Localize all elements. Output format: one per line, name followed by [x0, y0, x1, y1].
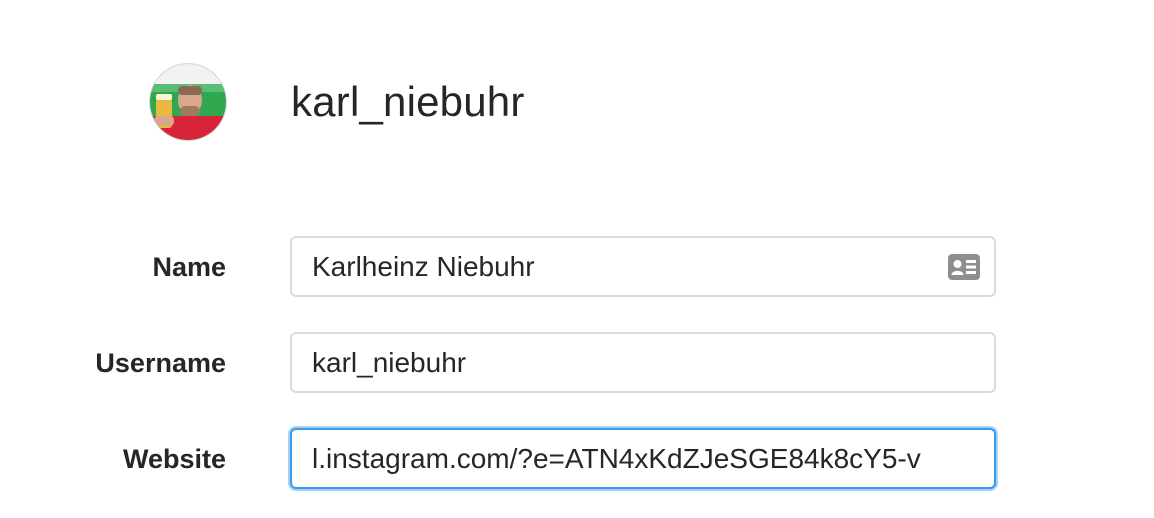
avatar[interactable]	[150, 64, 226, 140]
username-label: Username	[95, 348, 226, 378]
name-input[interactable]	[292, 238, 994, 295]
profile-header: karl_niebuhr	[150, 64, 524, 140]
name-field[interactable]	[290, 236, 996, 297]
avatar-photo	[150, 64, 226, 140]
contact-card-icon[interactable]	[948, 254, 980, 280]
website-field[interactable]: l.instagram.com/?e=ATN4xKdZJeSGE84k8cY5-…	[290, 428, 996, 489]
username-input[interactable]	[292, 334, 994, 391]
profile-username: karl_niebuhr	[291, 78, 525, 125]
username-row: Username	[0, 332, 1154, 396]
name-row: Name	[0, 236, 1154, 300]
edit-profile-page: karl_niebuhr Name Username Website l.ins…	[0, 0, 1154, 518]
website-input[interactable]: l.instagram.com/?e=ATN4xKdZJeSGE84k8cY5-…	[292, 430, 994, 487]
name-label: Name	[152, 252, 226, 282]
website-row: Website l.instagram.com/?e=ATN4xKdZJeSGE…	[0, 428, 1154, 492]
website-label: Website	[122, 444, 226, 474]
username-field[interactable]	[290, 332, 996, 393]
